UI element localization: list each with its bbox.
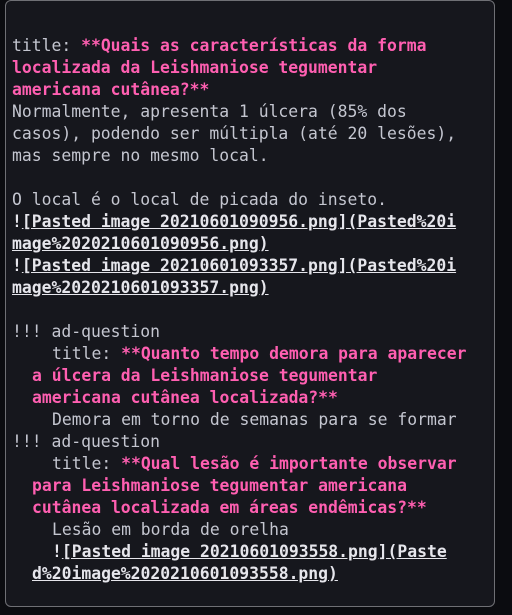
question-title-1-line-1: title: **Quanto tempo demora para aparec… (52, 344, 467, 363)
image-link-2[interactable]: ![Pasted image 20210601093357.png](Paste… (12, 255, 496, 277)
editor-panel: title: **Quais as características da for… (5, 0, 495, 607)
note-title-line-3: americana cutânea?** (12, 80, 210, 99)
image-link-3[interactable]: ![Pasted image 20210601093558.png](Paste (12, 541, 496, 563)
question-title-2-line-3: cutânea localizada em áreas endêmicas?** (32, 498, 427, 517)
body-line-3: mas sempre no mesmo local. (12, 146, 269, 165)
body-line-1: Normalmente, apresenta 1 úlcera (85% dos (12, 102, 407, 121)
body-line-2: casos), podendo ser múltipla (até 20 les… (12, 124, 457, 143)
image-link-1[interactable]: ![Pasted image 20210601090956.png](Paste… (12, 211, 496, 233)
question-header-2: !!! ad-question (12, 432, 161, 451)
local-line: O local é o local de picada do inseto. (12, 190, 387, 209)
image-link-1-cont[interactable]: mage%2020210601090956.png) (12, 233, 496, 255)
note-title-line-1: title: **Quais as características da for… (12, 36, 427, 55)
question-header-1: !!! ad-question (12, 322, 161, 341)
note-title-line-2: localizada da Leishmaniose tegumentar (12, 58, 378, 77)
image-link-2-cont[interactable]: mage%2020210601093357.png) (12, 277, 496, 299)
markdown-content[interactable]: title: **Quais as características da for… (12, 35, 496, 585)
question-title-1-line-2: a úlcera da Leishmaniose tegumentar (32, 366, 378, 385)
question-answer-2: Lesão em borda de orelha (52, 520, 289, 539)
question-answer-1: Demora em torno de semanas para se forma… (52, 410, 457, 429)
question-title-1-line-3: americana cutânea localizada?** (32, 388, 338, 407)
question-title-2-line-1: title: **Qual lesão é importante observa… (52, 454, 457, 473)
question-title-2-line-2: para Leishmaniose tegumentar americana (32, 476, 407, 495)
image-link-3-cont[interactable]: d%20image%2020210601093558.png) (12, 563, 496, 585)
